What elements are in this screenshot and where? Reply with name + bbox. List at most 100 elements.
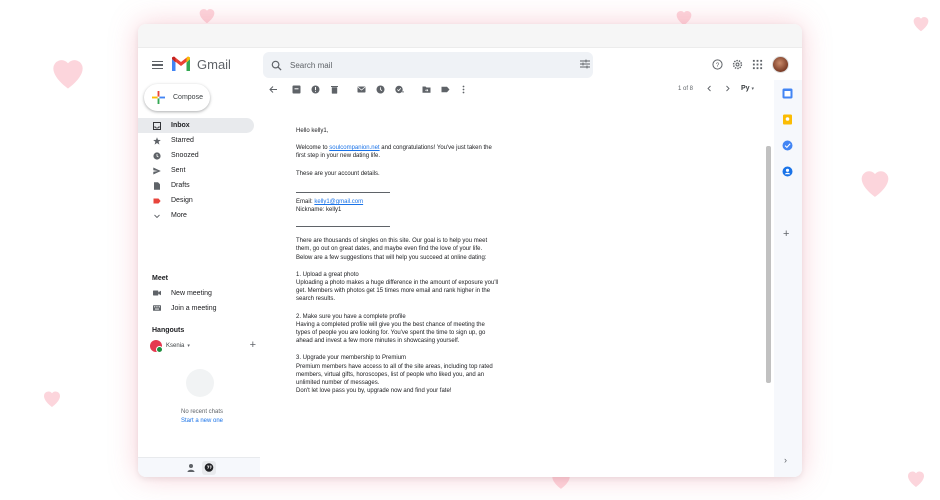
hangouts-tab-button[interactable]: [202, 461, 216, 475]
show-side-panel-chevron-icon[interactable]: ›: [784, 455, 787, 465]
side-panel-rail: + ›: [774, 80, 802, 477]
nav-item-more[interactable]: More: [138, 208, 254, 223]
message-pane: 1 of 8 Pу ▾ Hello kelly1, Welcome to sou…: [260, 80, 772, 477]
nav-label: More: [171, 212, 187, 219]
account-avatar[interactable]: [772, 56, 789, 73]
email-text: Below are a few suggestions that will he…: [296, 254, 487, 261]
email-text: search results.: [296, 296, 336, 303]
search-input[interactable]: [290, 60, 550, 70]
contacts-icon[interactable]: [782, 166, 793, 177]
nav-label: Drafts: [171, 182, 190, 189]
email-body: Hello kelly1, Welcome to soulcompanion.n…: [296, 127, 526, 404]
nav-item-sent[interactable]: Sent: [138, 163, 254, 178]
nav-label: Sent: [171, 167, 186, 174]
nav-label: Starred: [171, 137, 194, 144]
email-address-link[interactable]: kelly1@gmail.com: [314, 199, 363, 205]
help-icon[interactable]: ?: [712, 59, 723, 70]
browser-chrome-bar: [138, 24, 802, 48]
settings-gear-icon[interactable]: [732, 59, 743, 70]
email-text: and congratulations! You've just taken t…: [379, 145, 492, 152]
email-text: Welcome to: [296, 145, 330, 152]
site-link[interactable]: soulcompanion.net: [329, 145, 379, 151]
sidebar-bottom-tabs: [138, 457, 260, 477]
user-avatar[interactable]: [150, 340, 163, 353]
more-vertical-icon[interactable]: [459, 85, 468, 94]
hangouts-user-name: Ksenia: [166, 343, 185, 349]
archive-icon[interactable]: [292, 85, 301, 94]
contacts-person-icon[interactable]: [186, 463, 196, 473]
search-bar[interactable]: [263, 52, 593, 78]
nickname-text: Nickname: kelly1: [296, 207, 342, 214]
inbox-icon: [153, 121, 161, 130]
chevron-left-icon[interactable]: [705, 84, 714, 93]
email-text: There are thousands of singles on this s…: [296, 238, 488, 245]
email-text: ahead and invest a few more minutes in s…: [296, 338, 460, 345]
nav-item-drafts[interactable]: Drafts: [138, 178, 254, 193]
chevron-right-icon[interactable]: [723, 84, 732, 93]
new-meeting-button[interactable]: New meeting: [153, 286, 212, 300]
chevron-down-icon: [153, 212, 161, 220]
join-meeting-button[interactable]: Join a meeting: [153, 301, 217, 315]
label-tag-icon[interactable]: [441, 85, 450, 94]
add-addon-button[interactable]: +: [783, 228, 789, 240]
compose-plus-icon: [152, 91, 165, 104]
email-text: 3. Upgrade your membership to Premium: [296, 355, 407, 362]
email-text: first step in your new dating life.: [296, 153, 381, 160]
back-arrow-icon[interactable]: [269, 85, 278, 94]
snooze-clock-icon[interactable]: [376, 85, 385, 94]
meet-section-title: Meet: [152, 275, 168, 282]
clock-icon: [153, 151, 161, 160]
divider: [296, 191, 390, 193]
report-spam-icon[interactable]: [311, 85, 320, 94]
add-to-tasks-icon[interactable]: [395, 85, 404, 94]
gmail-header: Gmail ?: [138, 50, 802, 80]
label-icon: [153, 197, 161, 205]
compose-label: Compose: [173, 94, 203, 101]
main-menu-icon[interactable]: [152, 58, 163, 72]
tasks-icon[interactable]: [782, 140, 793, 151]
nav-label: Inbox: [171, 122, 190, 129]
gmail-m-icon: [172, 56, 190, 71]
nav-item-inbox[interactable]: Inbox: [138, 118, 254, 133]
email-text: Uploading a photo makes a huge differenc…: [296, 280, 499, 287]
email-text: them, go out on great dates, and maybe e…: [296, 246, 483, 253]
email-text: get. Members with photos get 15 times mo…: [296, 288, 491, 295]
hangouts-user-row[interactable]: Ksenia ▾ +: [150, 339, 256, 353]
email-text: 1. Upload a great photo: [296, 271, 359, 278]
keyboard-icon: [153, 305, 161, 311]
apps-grid-icon[interactable]: [752, 59, 763, 70]
email-greeting: Hello kelly1,: [296, 128, 329, 134]
move-to-folder-icon[interactable]: [422, 85, 431, 94]
nav-label: Snoozed: [171, 152, 199, 159]
add-contact-button[interactable]: +: [250, 339, 256, 351]
mark-unread-icon[interactable]: [357, 85, 366, 94]
email-text: types of people you are looking for. You…: [296, 330, 486, 337]
calendar-icon[interactable]: [782, 88, 793, 99]
nav-item-design[interactable]: Design: [138, 193, 254, 208]
join-meeting-label: Join a meeting: [171, 304, 217, 312]
email-label: Email:: [296, 198, 315, 205]
divider: [296, 226, 390, 228]
star-icon: [153, 136, 161, 145]
email-text: Premium members have access to all of th…: [296, 363, 493, 370]
message-scrollbar[interactable]: [766, 146, 771, 383]
search-options-icon[interactable]: [580, 59, 590, 69]
input-language-label: Pу: [741, 85, 750, 92]
start-new-chat-link[interactable]: Start a new one: [138, 418, 266, 424]
input-language-button[interactable]: Pу ▾: [741, 85, 754, 92]
delete-trash-icon[interactable]: [330, 85, 339, 94]
email-text: unlimited number of messages.: [296, 380, 380, 387]
email-text: 2. Make sure you have a complete profile: [296, 313, 406, 320]
gmail-logo[interactable]: Gmail: [171, 56, 231, 72]
left-sidebar: Compose Inbox Starred Snoozed Sent Draft…: [138, 80, 260, 477]
header-actions: ?: [712, 56, 789, 73]
heart-decoration-icon: [904, 466, 928, 490]
nav-item-starred[interactable]: Starred: [138, 133, 254, 148]
compose-button[interactable]: Compose: [144, 84, 210, 111]
search-icon[interactable]: [271, 60, 282, 71]
nav-label: Design: [171, 197, 193, 204]
chevron-down-icon[interactable]: ▾: [187, 343, 190, 349]
nav-item-snoozed[interactable]: Snoozed: [138, 148, 254, 163]
keep-notes-icon[interactable]: [782, 114, 793, 125]
hangouts-quote-icon: [204, 463, 214, 472]
